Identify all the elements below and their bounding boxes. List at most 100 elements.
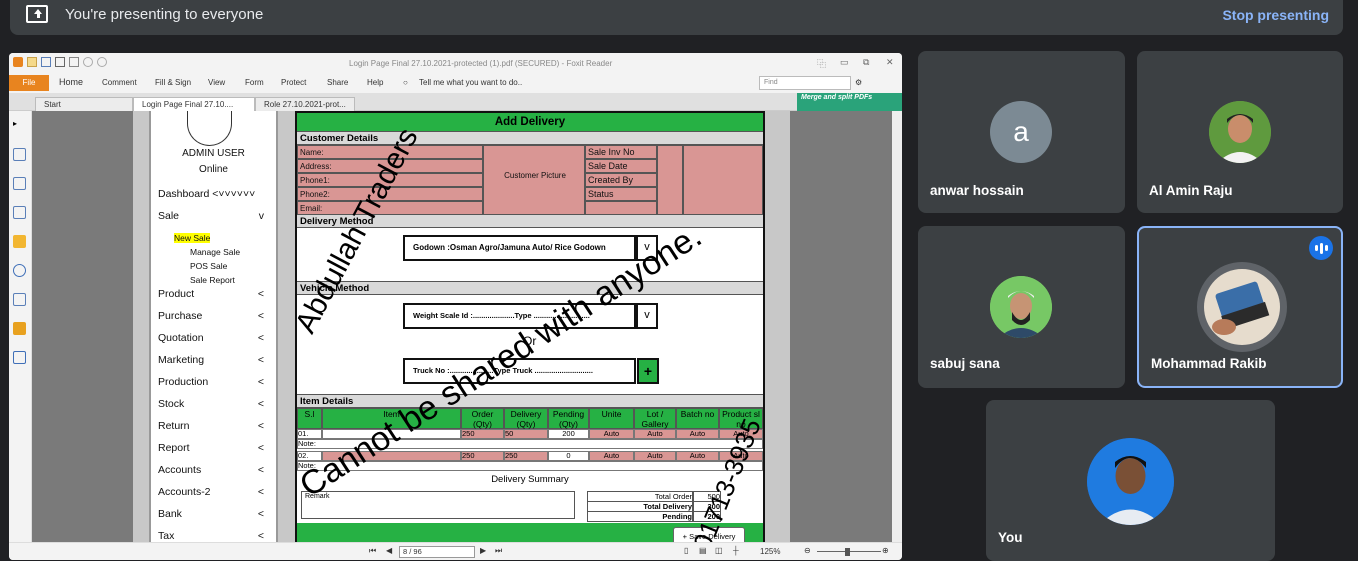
menu-help[interactable]: Help [367, 78, 383, 87]
menu-view[interactable]: View [208, 78, 225, 87]
zoom-level[interactable]: 125% [760, 547, 780, 556]
first-page-icon[interactable]: ⏮ [369, 546, 376, 556]
avatar [1087, 438, 1174, 525]
doc-sale-report: Sale Report [190, 275, 235, 285]
redo-icon[interactable] [97, 57, 107, 67]
col-lot: Lot / Gallery [634, 408, 676, 429]
menu-share[interactable]: Share [327, 78, 348, 87]
doc-nav-marketing: Marketing < [158, 354, 264, 366]
row2-pending: 0 [548, 451, 589, 461]
doc-nav-quotation: Quotation < [158, 332, 264, 344]
stop-presenting-button[interactable]: Stop presenting [1222, 7, 1329, 23]
settings-icon[interactable]: ⚙ [855, 78, 862, 87]
comments-icon[interactable] [13, 235, 26, 248]
doc-nav-tax: Tax < [158, 530, 264, 542]
row1-pending: 200 [548, 429, 589, 439]
undo-icon[interactable] [83, 57, 93, 67]
document-viewport: ADMIN USER Online Dashboard <˅˅˅˅˅˅ Sale… [32, 111, 892, 542]
menu-form[interactable]: Form [245, 78, 264, 87]
godown-select: Godown :Osman Agro/Jamuna Auto/ Rice God… [403, 235, 636, 261]
participant-tile-al-amin[interactable]: Al Amin Raju [1137, 51, 1343, 213]
signature-icon[interactable] [13, 293, 26, 306]
expand-panel-icon[interactable]: ▸ [13, 119, 26, 132]
sale-col3 [683, 145, 763, 215]
restore-icon[interactable]: ⿻ [817, 57, 826, 70]
close-icon[interactable]: ✕ [886, 57, 894, 68]
print-icon[interactable] [55, 57, 65, 67]
presenting-bar: You're presenting to everyone Stop prese… [10, 0, 1343, 35]
doc-nav-accounts-2: Accounts-2 < [158, 486, 264, 498]
email-icon[interactable] [69, 57, 79, 67]
participant-tile-rakib[interactable]: Mohammad Rakib [1137, 226, 1343, 388]
sale-date: Sale Date [585, 159, 657, 173]
next-page-icon[interactable]: ▶ [480, 546, 486, 555]
customer-details-header: Customer Details [297, 131, 763, 145]
single-page-icon[interactable]: ▯ [684, 546, 688, 555]
menu-protect[interactable]: Protect [281, 78, 306, 87]
tab-role[interactable]: Role 27.10.2021-prot... [255, 97, 355, 111]
sale-col2 [657, 145, 683, 215]
pending-value: 200 [693, 511, 721, 522]
row1-sl: 01. [297, 429, 322, 439]
row1-product: Auto [719, 429, 763, 439]
tab-login-page[interactable]: Login Page Final 27.10.... [133, 97, 255, 111]
layers-icon[interactable] [13, 206, 26, 219]
attachments-icon[interactable] [13, 264, 26, 277]
weight-scale-chevron: v [636, 303, 658, 329]
avatar [990, 276, 1052, 338]
maximize-icon[interactable]: ⧉ [863, 57, 869, 68]
participant-tile-anwar[interactable]: a anwar hossain [918, 51, 1125, 213]
bookmark-icon[interactable] [13, 148, 26, 161]
menu-file[interactable]: File [9, 75, 49, 91]
doc-nav-product: Product < [158, 288, 264, 300]
col-unite: Unite [589, 408, 634, 429]
doc-nav-sale: Sale v [158, 210, 264, 222]
row2-batch: Auto [676, 451, 719, 461]
participant-name: Mohammad Rakib [1151, 356, 1267, 371]
remark-box: Remark [301, 491, 575, 519]
merge-split-banner[interactable]: Merge and split PDFs [797, 93, 902, 111]
minimize-icon[interactable]: ▭ [840, 57, 849, 68]
total-delivery-label: Total Delivery [587, 501, 693, 511]
doc-nav-report: Report < [158, 442, 264, 454]
pages-icon[interactable] [13, 177, 26, 190]
last-page-icon[interactable]: ⏭ [495, 546, 502, 556]
row1-delivery: 50 [504, 429, 548, 439]
zoom-slider-handle[interactable] [845, 548, 850, 556]
or-label: Or [523, 334, 537, 348]
email-field: Email: [297, 201, 483, 215]
speaking-indicator-icon [1309, 236, 1333, 260]
participant-name: sabuj sana [930, 356, 1000, 371]
menu-comment[interactable]: Comment [102, 78, 137, 87]
doc-admin-user: ADMIN USER [182, 148, 245, 159]
status: Status [585, 187, 657, 201]
doc-new-sale: New Sale [174, 233, 211, 243]
tab-start[interactable]: Start [35, 97, 133, 111]
add-delivery-form: Add Delivery Customer Details Name: Addr… [289, 111, 767, 542]
participant-tile-you[interactable]: You [986, 400, 1275, 561]
save-icon[interactable] [41, 57, 51, 67]
menu-home[interactable]: Home [59, 77, 83, 87]
col-item: Item [322, 408, 461, 429]
page-number-input[interactable]: 8 / 96 [399, 546, 475, 558]
security-lock-icon[interactable] [13, 322, 26, 335]
split-icon[interactable]: ┼ [733, 546, 739, 555]
prev-page-icon[interactable]: ◀ [386, 546, 392, 555]
facing-icon[interactable]: ◫ [715, 546, 723, 555]
find-input[interactable]: Find [759, 76, 851, 90]
created-by: Created By [585, 173, 657, 187]
open-icon[interactable] [27, 57, 37, 67]
continuous-icon[interactable]: ▤ [699, 546, 707, 555]
tell-me-input[interactable]: Tell me what you want to do.. [419, 78, 522, 87]
zoom-out-icon[interactable]: ⊖ [804, 546, 811, 555]
zoom-in-icon[interactable]: ⊕ [882, 546, 889, 555]
menu-fill-sign[interactable]: Fill & Sign [155, 78, 191, 87]
row1-note: Note: [297, 439, 763, 449]
row2-lot: Auto [634, 451, 676, 461]
doc-pos-sale: POS Sale [190, 261, 228, 271]
vertical-scrollbar[interactable] [892, 111, 902, 542]
row2-delivery: 250 [504, 451, 548, 461]
row1-lot: Auto [634, 429, 676, 439]
tools-icon[interactable] [13, 351, 26, 364]
participant-tile-sabuj[interactable]: sabuj sana [918, 226, 1125, 388]
